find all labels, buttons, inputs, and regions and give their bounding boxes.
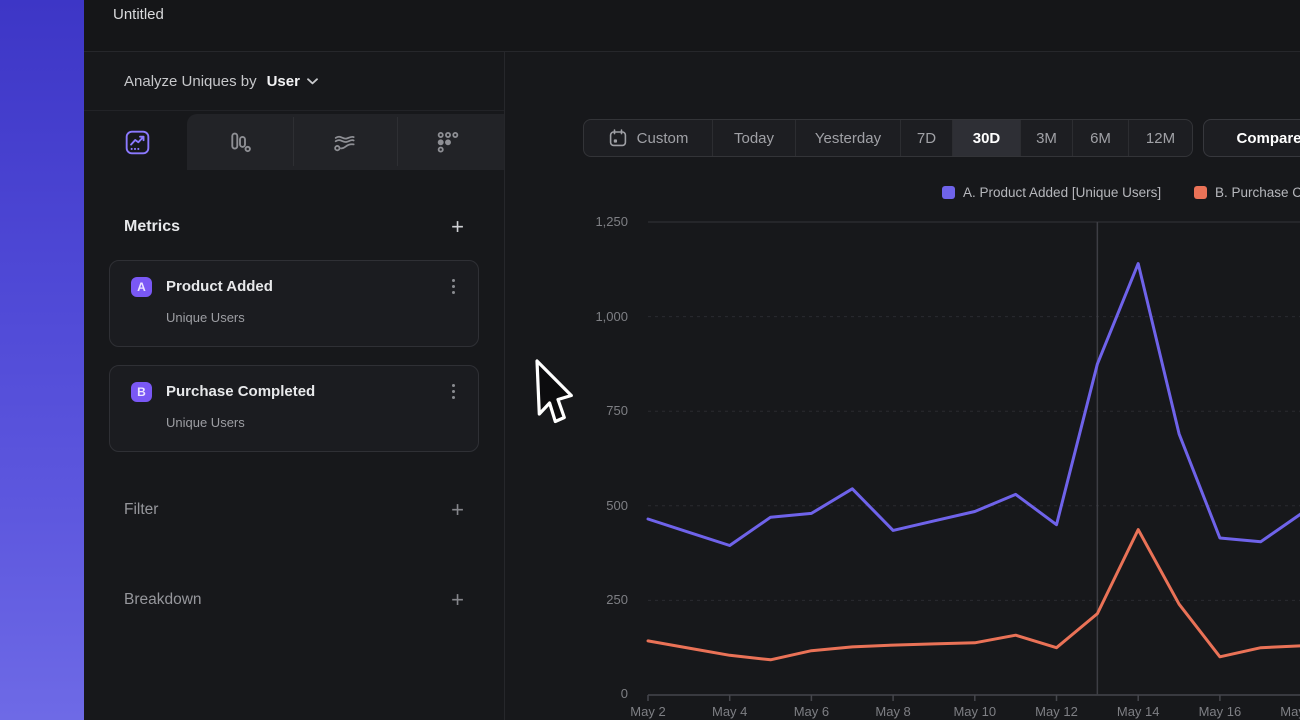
legend-swatch-orange: [1194, 186, 1207, 199]
y-axis-tick: 1,000: [505, 309, 628, 324]
analytics-app: Untitled Analyze Uniques by User: [84, 0, 1300, 720]
x-axis-tick: May 14: [1117, 704, 1160, 719]
filter-label: Filter: [124, 501, 158, 519]
range-label: 7D: [917, 130, 936, 147]
background-gradient-strip: [0, 0, 84, 720]
metric-row: A Product Added: [131, 276, 458, 297]
range-today[interactable]: Today: [713, 120, 796, 156]
app-window: Untitled Analyze Uniques by User: [0, 0, 1300, 720]
metric-name: Product Added: [166, 278, 449, 295]
y-axis-tick: 750: [505, 403, 628, 418]
filter-section: Filter +: [124, 500, 464, 520]
tab-funnels[interactable]: [187, 114, 293, 170]
legend-label: B. Purchase Completed [Unique Users]: [1215, 185, 1300, 200]
flows-icon: [331, 130, 358, 155]
chart-plot[interactable]: [648, 222, 1300, 704]
metric-options-kebab-icon[interactable]: [449, 276, 458, 297]
range-7d[interactable]: 7D: [901, 120, 953, 156]
y-axis-tick: 500: [505, 498, 628, 513]
range-12m[interactable]: 12M: [1129, 120, 1192, 156]
y-axis-tick: 1,250: [505, 214, 628, 229]
metric-name: Purchase Completed: [166, 383, 449, 400]
metric-card-product-added[interactable]: A Product Added Unique Users: [109, 260, 479, 347]
y-axis-tick: 0: [505, 686, 628, 701]
x-axis-tick: May 16: [1199, 704, 1242, 719]
x-axis-tick: May 18: [1280, 704, 1300, 719]
metric-badge: B: [131, 382, 152, 402]
range-label: 3M: [1036, 130, 1057, 147]
analyze-by-label: Analyze Uniques by: [124, 73, 257, 90]
query-builder-sidebar: Analyze Uniques by User: [84, 52, 505, 720]
analyze-by-row: Analyze Uniques by User: [84, 52, 504, 111]
range-custom[interactable]: Custom: [584, 120, 713, 156]
range-label: 30D: [973, 130, 1001, 147]
breakdown-section: Breakdown +: [124, 590, 464, 610]
retention-dots-icon: [435, 130, 461, 155]
y-axis-tick: 250: [505, 592, 628, 607]
add-breakdown-button[interactable]: +: [451, 590, 464, 610]
chevron-down-icon: [307, 78, 318, 85]
metrics-title: Metrics: [124, 218, 180, 236]
range-label: 6M: [1090, 130, 1111, 147]
range-label: Custom: [637, 130, 689, 147]
range-6m[interactable]: 6M: [1073, 120, 1129, 156]
report-type-tabs: [84, 111, 504, 170]
tab-insights[interactable]: [84, 114, 190, 170]
analyze-by-dropdown[interactable]: User: [267, 73, 318, 90]
tab-flows[interactable]: [291, 114, 397, 170]
chart-panel: Custom Today Yesterday 7D 30D 3M 6M 12M …: [505, 52, 1300, 720]
range-yesterday[interactable]: Yesterday: [796, 120, 901, 156]
add-filter-button[interactable]: +: [451, 500, 464, 520]
x-axis-tick: May 6: [794, 704, 829, 719]
line-chart-icon: [125, 130, 150, 155]
x-axis-tick: May 2: [630, 704, 665, 719]
add-metric-button[interactable]: +: [451, 217, 464, 237]
range-3m[interactable]: 3M: [1021, 120, 1073, 156]
metric-card-purchase-completed[interactable]: B Purchase Completed Unique Users: [109, 365, 479, 452]
metric-measurement[interactable]: Unique Users: [166, 310, 458, 325]
tab-retention[interactable]: [395, 114, 501, 170]
breakdown-label: Breakdown: [124, 591, 202, 609]
metric-measurement[interactable]: Unique Users: [166, 415, 458, 430]
metric-row: B Purchase Completed: [131, 381, 458, 402]
x-axis-tick: May 12: [1035, 704, 1078, 719]
metric-badge: A: [131, 277, 152, 297]
legend-item-b[interactable]: B. Purchase Completed [Unique Users]: [1194, 184, 1300, 200]
x-axis-tick: May 4: [712, 704, 747, 719]
x-axis-tick: May 10: [953, 704, 996, 719]
legend-item-a[interactable]: A. Product Added [Unique Users]: [942, 184, 1161, 200]
legend-label: A. Product Added [Unique Users]: [963, 185, 1161, 200]
range-label: Today: [734, 130, 774, 147]
top-bar: Untitled: [84, 0, 1300, 52]
bar-chart-icon: [227, 130, 253, 155]
compare-button[interactable]: Compare: [1203, 119, 1300, 157]
calendar-icon: [608, 128, 628, 148]
range-label: 12M: [1146, 130, 1175, 147]
metric-options-kebab-icon[interactable]: [449, 381, 458, 402]
x-axis-tick: May 8: [875, 704, 910, 719]
report-title[interactable]: Untitled: [113, 6, 164, 23]
analyze-by-value: User: [267, 73, 300, 90]
metrics-header: Metrics +: [124, 217, 464, 237]
date-range-control: Custom Today Yesterday 7D 30D 3M 6M 12M: [583, 119, 1193, 157]
legend-swatch-purple: [942, 186, 955, 199]
range-label: Yesterday: [815, 130, 881, 147]
range-30d[interactable]: 30D: [953, 120, 1021, 156]
